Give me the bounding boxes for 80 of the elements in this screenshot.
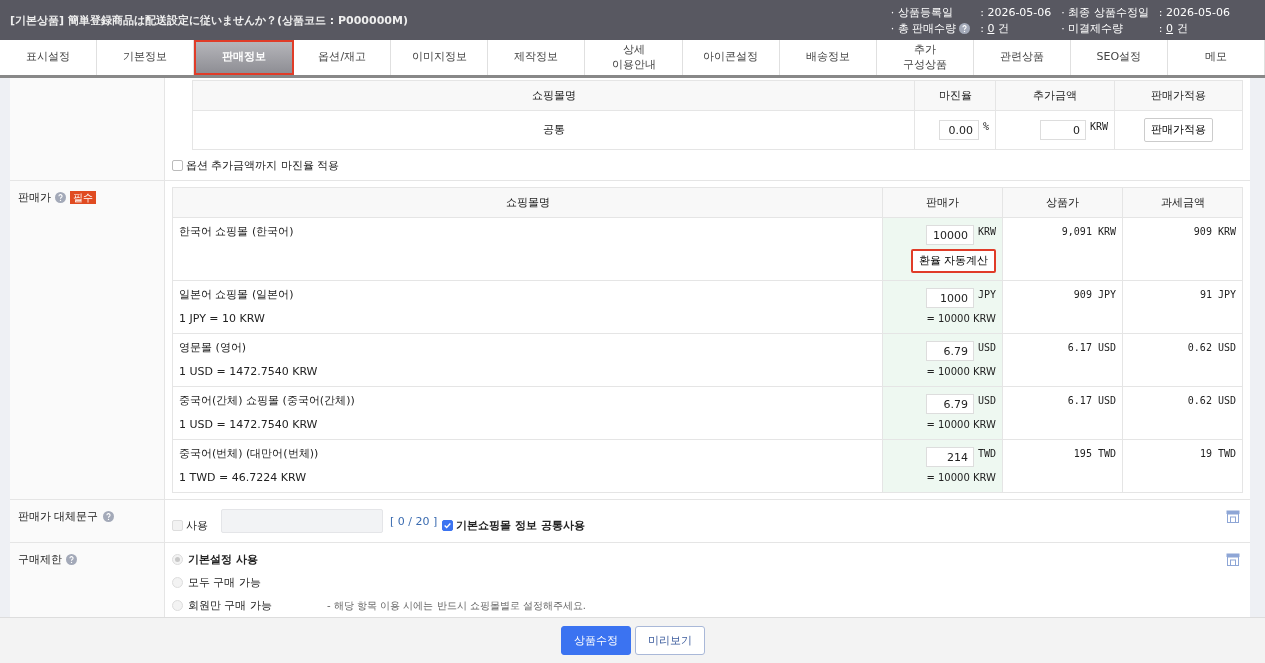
checkbox-label: 옵션 추가금액까지 마진율 적용	[186, 158, 340, 173]
info-value: : 2026-05-06	[980, 4, 1052, 20]
mall-name: 중국어(번체) (대만어(번체))	[179, 447, 320, 461]
currency-label: JPY	[977, 289, 996, 300]
info-label: · 미결제수량	[1061, 20, 1124, 36]
info-value: : 2026-05-06	[1158, 4, 1230, 20]
unit-label: KRW	[1089, 121, 1108, 132]
exchange-rate: 1 USD = 1472.7540 KRW	[179, 365, 319, 379]
price-field[interactable]: 6.79	[925, 394, 974, 414]
price-field[interactable]: 10000	[925, 225, 974, 245]
currency-label: USD	[977, 395, 996, 406]
info-value: : 0 건	[1158, 20, 1189, 36]
apply-price-button[interactable]: 판매가적용	[1144, 118, 1213, 142]
mall-name: 한국어 쇼핑몰 (한국어)	[179, 225, 295, 239]
checkbox-label: 기본쇼핑몰 정보 공통사용	[456, 517, 585, 533]
radio-label: 기본설정 사용	[188, 552, 258, 567]
table-cell: 19 TWD	[1122, 439, 1243, 493]
mall-name: 중국어(간체) 쇼핑몰 (중국어(간체))	[179, 394, 356, 408]
checkbox-label: 사용	[186, 517, 208, 533]
currency-label: KRW	[977, 226, 996, 237]
table-cell: 공통	[192, 110, 915, 150]
table-cell: 91 JPY	[1122, 280, 1243, 334]
radio-label: 회원만 구매 가능	[188, 598, 272, 613]
exchange-rate: 1 TWD = 46.7224 KRW	[179, 471, 308, 485]
radio-button[interactable]	[172, 577, 183, 588]
required-badge: 필수	[70, 191, 96, 204]
info-label: · 총 판매수량	[890, 20, 957, 36]
character-counter: [ 0 / 20 ]	[390, 514, 438, 528]
column-header: 판매가적용	[1114, 80, 1243, 111]
column-header: 추가금액	[995, 80, 1115, 111]
currency-label: USD	[977, 342, 996, 353]
radio-button[interactable]	[172, 600, 183, 611]
converted-amount: = 10000 KRW	[925, 471, 996, 485]
column-header: 쇼핑몰명	[172, 187, 883, 218]
section-label: 판매가	[18, 191, 51, 205]
save-button[interactable]: 상품수정	[560, 626, 631, 655]
amount-field[interactable]: 0	[1039, 120, 1086, 140]
auto-exchange-button[interactable]: 환율 자동계산	[910, 249, 996, 273]
preview-button[interactable]: 미리보기	[634, 626, 705, 655]
radio-button[interactable]	[172, 554, 183, 565]
converted-amount: = 10000 KRW	[925, 312, 996, 326]
table-cell: 0.62 USD	[1122, 333, 1243, 387]
mall-name: 영문몰 (영어)	[179, 341, 248, 355]
note-text: - 해당 항목 이용 시에는 반드시 쇼핑몰별로 설정해주세요.	[327, 598, 587, 613]
exchange-rate: 1 USD = 1472.7540 KRW	[179, 418, 319, 432]
column-header: 과세금액	[1122, 187, 1243, 218]
column-header: 상품가	[1002, 187, 1123, 218]
store-icon[interactable]	[1226, 510, 1240, 523]
margin-field[interactable]: 0.00	[938, 120, 979, 140]
table-cell: 6.17 USD	[1002, 386, 1123, 440]
price-field[interactable]: 1000	[925, 288, 974, 308]
converted-amount: = 10000 KRW	[925, 365, 996, 379]
currency-label: TWD	[977, 448, 996, 459]
info-label: · 최종 상품수정일	[1061, 4, 1149, 20]
section-label: 구매제한	[18, 553, 62, 567]
text-field[interactable]	[221, 509, 383, 533]
table-cell: 195 TWD	[1002, 439, 1123, 493]
info-value: : 0 건	[980, 20, 1010, 36]
table-cell: 909 JPY	[1002, 280, 1123, 334]
column-header: 마진율	[914, 80, 996, 111]
column-header: 쇼핑몰명	[192, 80, 915, 111]
table-cell: 9,091 KRW	[1002, 217, 1123, 281]
info-label: · 상품등록일	[890, 4, 953, 20]
product-title: [기본상품] 簡単登録商品は配送設定に従いませんか？(상품코드 : P000000M)	[10, 12, 408, 28]
radio-label: 모두 구매 가능	[188, 575, 261, 590]
table-cell: 6.17 USD	[1002, 333, 1123, 387]
price-field[interactable]: 214	[925, 447, 974, 467]
help-icon[interactable]	[959, 23, 971, 34]
table-cell: 0.62 USD	[1122, 386, 1243, 440]
exchange-rate: 1 JPY = 10 KRW	[179, 312, 266, 326]
price-field[interactable]: 6.79	[925, 341, 974, 361]
table-cell: 909 KRW	[1122, 217, 1243, 281]
unit-label: %	[982, 121, 989, 132]
mall-name: 일본어 쇼핑몰 (일본어)	[179, 288, 295, 302]
column-header: 판매가	[882, 187, 1003, 218]
section-label: 판매가 대체문구	[18, 510, 99, 524]
checkbox[interactable]	[442, 519, 454, 531]
converted-amount: = 10000 KRW	[925, 418, 996, 432]
store-icon[interactable]	[1226, 553, 1240, 566]
checkbox[interactable]	[172, 160, 183, 171]
